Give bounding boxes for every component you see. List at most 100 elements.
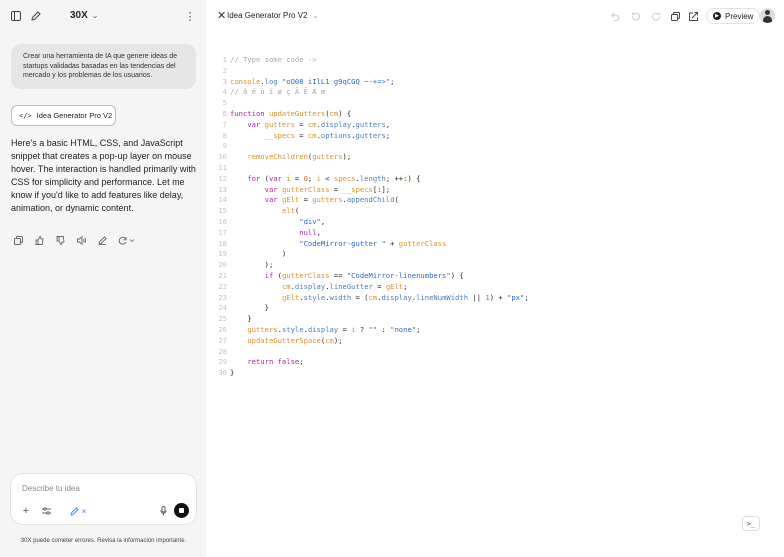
code-token: "CodeMirror-linenumbers" (346, 270, 451, 280)
code-token: } (230, 368, 235, 378)
code-line[interactable]: 23 gElt.style.width = (cm.display.lineNu… (207, 293, 784, 304)
avatar[interactable] (760, 8, 775, 23)
more-options-icon[interactable]: ⋮ (183, 9, 197, 23)
code-line[interactable]: 5 (207, 98, 784, 109)
read-aloud-icon[interactable] (76, 235, 87, 246)
code-canvas: ✕ Idea Generator Pro V2 ⌄ ▶ Preview 1// … (207, 0, 784, 557)
code-token: gElt (385, 281, 404, 291)
undo-icon[interactable] (610, 10, 622, 22)
code-text: } (230, 303, 269, 314)
code-line[interactable]: 9 (207, 141, 784, 152)
code-token: ; (524, 292, 529, 302)
close-icon[interactable]: ✕ (217, 9, 226, 22)
code-token: console (230, 76, 261, 86)
code-line[interactable]: 1// Type some code -> (207, 55, 784, 66)
code-line[interactable]: 17 null, (207, 228, 784, 239)
preview-button[interactable]: ▶ Preview (706, 8, 761, 24)
code-line[interactable]: 29 return false; (207, 357, 784, 368)
code-token: lineGutter (329, 281, 373, 291)
code-line[interactable]: 10 removeChildren(gutters); (207, 152, 784, 163)
sidebar-toggle-icon[interactable] (9, 9, 23, 23)
code-line[interactable]: 16 "div", (207, 217, 784, 228)
code-token: var (264, 195, 278, 205)
code-token: null (299, 227, 317, 237)
canvas-tool-chip[interactable]: × (67, 505, 89, 517)
code-line[interactable]: 26 gutters.style.display = i ? "" : "non… (207, 325, 784, 336)
code-line[interactable]: 3 console.log "oO08 iIlL1 g9qCGQ ~-+=>"; (207, 77, 784, 88)
code-line[interactable]: 6 function updateGutters(cm) { (207, 109, 784, 120)
code-line[interactable]: 27 updateGutterSpace(cm); (207, 336, 784, 347)
code-text: __specs = cm.options.gutters; (230, 130, 391, 142)
code-line[interactable]: 4// â é ù ï ø ç Ã Ē Æ œ (207, 87, 784, 98)
artifact-title: Idea Generator Pro V2 (227, 11, 308, 20)
code-editor[interactable]: 1// Type some code -> 2 3 console.log "oO08… (207, 55, 784, 379)
line-number: 21 (218, 270, 227, 280)
code-token: // Type some code -> (230, 55, 317, 64)
code-line[interactable]: 19 ) (207, 249, 784, 260)
chat-topbar: 30X ⌄ ⋮ (0, 0, 207, 32)
code-token: var (247, 119, 261, 129)
code-text: "div", (230, 217, 325, 228)
code-text: // â é ù ï ø ç Ã Ē Æ œ (230, 87, 325, 98)
code-line[interactable]: 21 if (gutterClass == "CodeMirror-linenu… (207, 271, 784, 282)
code-line[interactable]: 24 } (207, 303, 784, 314)
preview-label: Preview (725, 11, 754, 21)
code-token: cm (325, 335, 334, 345)
code-line[interactable]: 25 } (207, 314, 784, 325)
code-line[interactable]: 18 "CodeMirror-gutter " + gutterClass (207, 239, 784, 250)
code-token: ( (394, 195, 399, 205)
line-number: 18 (218, 238, 227, 248)
code-line[interactable]: 2 (207, 66, 784, 77)
regenerate-icon[interactable] (118, 235, 136, 246)
code-token: gutters (312, 152, 343, 162)
code-line[interactable]: 15 elt( (207, 206, 784, 217)
code-token: , (320, 216, 326, 226)
add-icon[interactable]: + (21, 505, 31, 517)
code-token: style (281, 324, 304, 334)
close-icon[interactable]: × (82, 507, 87, 516)
thumbs-up-icon[interactable] (34, 235, 45, 246)
code-token: false (277, 357, 300, 367)
copy-icon[interactable] (669, 10, 681, 22)
stop-button[interactable] (174, 503, 189, 518)
code-line[interactable]: 22 cm.display.lineGutter = gElt; (207, 282, 784, 293)
code-token: cm (368, 292, 378, 302)
code-token: = (294, 130, 308, 140)
model-selector[interactable]: 30X ⌄ (70, 10, 99, 21)
artifact-button[interactable]: </> Idea Generator Pro V2 (11, 105, 116, 126)
code-line[interactable]: 7 var gutters = cm.display.gutters, (207, 120, 784, 131)
code-line[interactable]: 11 (207, 163, 784, 174)
share-icon[interactable] (688, 10, 700, 22)
line-number: 23 (218, 292, 227, 302)
code-text: if (gutterClass == "CodeMirror-linenumbe… (230, 271, 464, 282)
edit-icon[interactable] (97, 235, 108, 246)
code-line[interactable]: 30} (207, 368, 784, 379)
composer-input[interactable]: Describe tu idea (22, 484, 80, 493)
code-line[interactable]: 13 var gutterClass = __specs[i]; (207, 185, 784, 196)
code-token: , (385, 119, 391, 129)
code-line[interactable]: 12 for (var i = 0; i < specs.length; ++i… (207, 174, 784, 185)
code-token: var (264, 184, 278, 194)
code-line[interactable]: 8 __specs = cm.options.gutters; (207, 131, 784, 142)
new-chat-icon[interactable] (29, 9, 43, 23)
code-token: // â é ù ï ø ç Ã Ē Æ œ (230, 87, 326, 97)
tools-icon[interactable] (41, 505, 51, 517)
code-line[interactable]: 28 (207, 347, 784, 358)
code-line[interactable]: 14 var gElt = gutters.appendChild( (207, 195, 784, 206)
terminal-button[interactable]: >_ (742, 516, 760, 531)
message-composer[interactable]: Describe tu idea + × (11, 474, 196, 524)
code-token: appendChild (346, 195, 395, 205)
line-number: 30 (218, 368, 227, 378)
history-back-icon[interactable] (630, 10, 642, 22)
copy-icon[interactable] (13, 235, 24, 246)
artifact-title-selector[interactable]: Idea Generator Pro V2 ⌄ (227, 11, 318, 20)
history-forward-icon[interactable] (650, 10, 662, 22)
thumbs-down-icon[interactable] (55, 235, 66, 246)
code-token: ? (355, 324, 369, 334)
microphone-icon[interactable] (158, 505, 168, 517)
code-line[interactable]: 20 ); (207, 260, 784, 271)
